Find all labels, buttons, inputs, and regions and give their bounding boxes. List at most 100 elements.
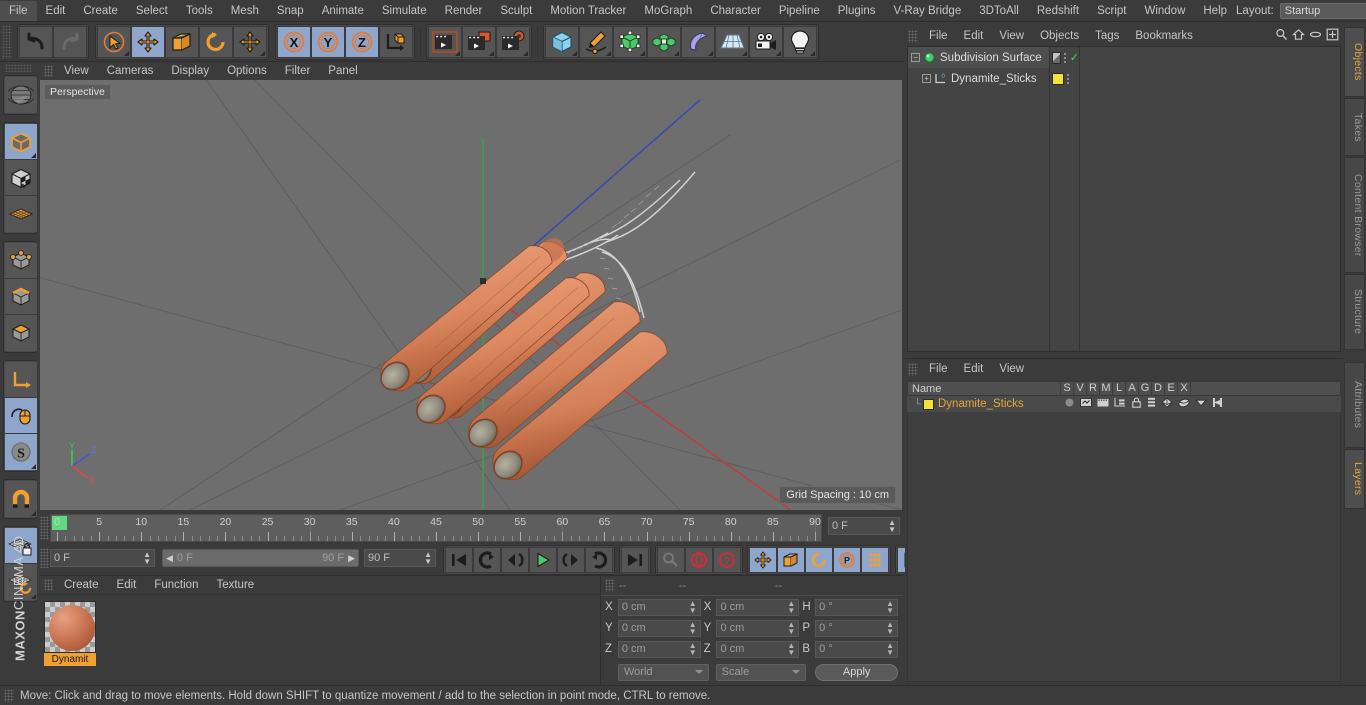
spinner-icon[interactable]: ▲ ▼ (424, 551, 432, 566)
spinner-icon[interactable]: ▲ ▼ (689, 642, 697, 657)
menu-animate[interactable]: Animate (313, 1, 373, 21)
workplane-mode-button[interactable] (5, 196, 37, 232)
rotation-key-button[interactable] (805, 547, 833, 573)
xref-icon[interactable] (1212, 397, 1223, 411)
manager-icon[interactable] (1114, 397, 1126, 411)
layer-menu-edit[interactable]: Edit (956, 363, 992, 375)
material-menu-create[interactable]: Create (55, 579, 108, 591)
object-row-subdivision-surface[interactable]: − Subdivision Surface (908, 47, 1049, 68)
step-forward-button[interactable] (557, 547, 585, 573)
status-bar-drag-handle[interactable] (4, 689, 14, 702)
object-tree-body[interactable]: − Subdivision Surface + 0 Dynamite_Stick… (907, 46, 1341, 352)
spinner-icon[interactable]: ▲ ▼ (888, 519, 896, 534)
range-left-arrow-icon[interactable]: ◀ (166, 553, 173, 564)
menu-edit[interactable]: Edit (37, 1, 75, 21)
ellipse-icon[interactable] (1309, 28, 1322, 44)
scale-key-button[interactable] (777, 547, 805, 573)
menu-simulate[interactable]: Simulate (373, 1, 436, 21)
tab-objects[interactable]: Objects (1344, 27, 1365, 97)
tab-layers[interactable]: Layers (1344, 449, 1365, 509)
object-menu-bookmarks[interactable]: Bookmarks (1127, 30, 1201, 42)
add-layer-icon[interactable] (1326, 28, 1339, 44)
layer-col-v[interactable]: V (1073, 381, 1086, 396)
object-axis-mode-button[interactable] (5, 362, 37, 398)
enable-axis-modification-button[interactable] (5, 398, 37, 434)
points-mode-button[interactable] (5, 243, 37, 279)
menu-window[interactable]: Window (1135, 1, 1194, 21)
object-menu-edit[interactable]: Edit (956, 30, 992, 42)
timeline-range-slider[interactable]: ◀ 0 F 90 F ▶ (162, 549, 359, 567)
coord-z-size-field[interactable]: 0 cm ▲ ▼ (716, 640, 800, 658)
position-key-button[interactable] (749, 547, 777, 573)
menu-mograph[interactable]: MoGraph (635, 1, 701, 21)
parameter-key-button[interactable]: P (833, 547, 861, 573)
lock-z-axis-button[interactable]: Z (345, 25, 379, 58)
menu-mesh[interactable]: Mesh (222, 1, 268, 21)
layer-menu-file[interactable]: File (921, 363, 956, 375)
layer-col-g[interactable]: G (1138, 381, 1151, 396)
add-generator-button[interactable] (613, 25, 647, 58)
layer-row-dynamite-sticks[interactable]: └ Dynamite_Sticks (907, 396, 1341, 412)
render-to-picture-viewer-button[interactable] (462, 25, 496, 58)
menu-motion-tracker[interactable]: Motion Tracker (541, 1, 635, 21)
spinner-icon[interactable]: ▲ ▼ (787, 621, 795, 636)
menu-pipeline[interactable]: Pipeline (770, 1, 829, 21)
layer-col-a[interactable]: A (1125, 381, 1138, 396)
spinner-icon[interactable]: ▲ ▼ (886, 621, 894, 636)
render-view-button[interactable] (428, 25, 462, 58)
object-menu-file[interactable]: File (921, 30, 956, 42)
coordinates-drag-handle[interactable] (605, 579, 615, 592)
undo-button[interactable] (19, 25, 53, 58)
expressions-icon[interactable] (1195, 397, 1207, 411)
layer-col-s[interactable]: S (1060, 381, 1073, 396)
record-active-objects-button[interactable] (685, 547, 713, 573)
add-mograph-button[interactable] (647, 25, 681, 58)
coord-y-position-field[interactable]: 0 cm ▲ ▼ (617, 619, 701, 637)
coord-x-position-field[interactable]: 0 cm ▲ ▼ (617, 598, 701, 616)
redo-button[interactable] (53, 25, 87, 58)
menu-help[interactable]: Help (1194, 1, 1236, 21)
texture-mode-button[interactable] (5, 160, 37, 196)
current-frame-field-right[interactable]: 0 F ▲ ▼ (828, 517, 900, 535)
menu-render[interactable]: Render (436, 1, 492, 21)
menu-create[interactable]: Create (74, 1, 127, 21)
material-menu-edit[interactable]: Edit (108, 579, 146, 591)
add-deformer-button[interactable] (681, 25, 715, 58)
layer-color-swatch[interactable] (923, 398, 934, 410)
material-menu-function[interactable]: Function (145, 579, 207, 591)
phong-tag-icon[interactable] (1052, 51, 1061, 64)
layer-menu-view[interactable]: View (991, 363, 1032, 375)
timeline-ruler[interactable]: 0 5 10 15 20 25 30 35 40 45 50 55 60 65 70 75 80 85 90 (50, 514, 822, 542)
spinner-icon[interactable]: ▲ ▼ (143, 551, 151, 566)
object-menu-tags[interactable]: Tags (1087, 30, 1127, 42)
autokeying-button[interactable] (657, 547, 685, 573)
viewport-menu-options[interactable]: Options (218, 65, 276, 77)
coord-z-position-field[interactable]: 0 cm ▲ ▼ (617, 640, 701, 658)
deformers-icon[interactable] (1178, 397, 1190, 411)
polygons-mode-button[interactable] (5, 315, 37, 351)
animation-icon[interactable] (1147, 397, 1156, 411)
tab-attributes[interactable]: Attributes (1344, 362, 1365, 448)
solo-dot-icon[interactable] (1064, 397, 1075, 411)
viewport-menu-cameras[interactable]: Cameras (98, 65, 163, 77)
material-menu-texture[interactable]: Texture (207, 579, 263, 591)
object-menu-view[interactable]: View (991, 30, 1032, 42)
timeline-drag-handle[interactable] (40, 516, 49, 540)
coordinate-mode-dropdown[interactable]: Scale (715, 663, 807, 681)
menu-vray-bridge[interactable]: V-Ray Bridge (884, 1, 970, 21)
object-menu-objects[interactable]: Objects (1032, 30, 1087, 42)
coord-h-field[interactable]: 0 ° ▲ ▼ (815, 598, 899, 616)
material-swatch[interactable] (44, 601, 96, 653)
add-camera-button[interactable] (749, 25, 783, 58)
tab-structure[interactable]: Structure (1344, 274, 1365, 350)
move-duplicate-button[interactable] (233, 25, 267, 58)
menu-character[interactable]: Character (701, 1, 770, 21)
home-icon[interactable] (1291, 28, 1306, 44)
menu-file[interactable]: File (0, 0, 37, 21)
menu-script[interactable]: Script (1088, 1, 1135, 21)
keyframe-selection-button[interactable]: ? (713, 547, 741, 573)
menu-redshift[interactable]: Redshift (1028, 1, 1088, 21)
object-manager-drag-handle[interactable] (908, 29, 918, 43)
visible-check-icon[interactable]: ✓ (1070, 51, 1079, 64)
coord-p-field[interactable]: 0 ° ▲ ▼ (815, 619, 899, 637)
